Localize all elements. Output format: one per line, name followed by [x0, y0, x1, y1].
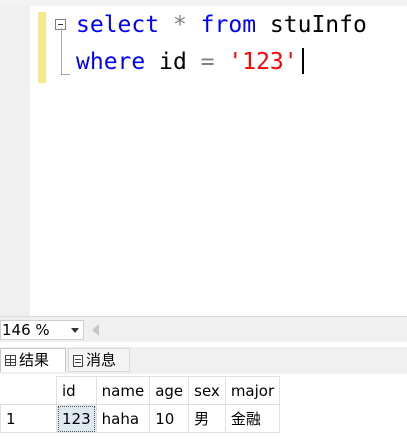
column-header-id[interactable]: id	[56, 376, 97, 405]
operator-star: *	[172, 12, 187, 38]
keyword-where: where	[76, 49, 146, 75]
table-cell[interactable]: haha	[95, 404, 151, 433]
grid-icon	[5, 355, 16, 366]
tab-messages[interactable]: 消息	[68, 348, 130, 372]
zoom-value: 146 %	[2, 321, 50, 339]
scroll-left-arrow-icon[interactable]	[92, 324, 99, 336]
message-icon	[73, 355, 83, 367]
code-line-2[interactable]: where id = '123'	[76, 48, 304, 75]
table-identifier: stuInfo	[269, 12, 367, 38]
header-row: id name age sex major	[0, 376, 281, 405]
text-caret	[301, 48, 304, 74]
table-cell[interactable]: 10	[149, 404, 190, 433]
zoom-dropdown[interactable]: 146 %	[0, 320, 84, 340]
column-header-major[interactable]: major	[224, 376, 281, 405]
results-tab-bar: 结果 消息	[0, 347, 407, 374]
string-literal: '123'	[228, 49, 298, 75]
code-line-1[interactable]: select * from stuInfo	[76, 12, 367, 38]
column-header-age[interactable]: age	[149, 376, 190, 405]
column-identifier: id	[159, 49, 187, 75]
table-cell[interactable]: 金融	[224, 404, 281, 433]
chevron-down-icon[interactable]	[71, 328, 79, 333]
outline-guide-end	[61, 74, 70, 75]
corner-cell[interactable]	[0, 376, 57, 405]
query-editor[interactable]: select * from stuInfo where id = '123'	[0, 6, 407, 316]
tab-results-label: 结果	[19, 351, 50, 369]
editor-gutter	[0, 6, 30, 316]
table-cell[interactable]: 123	[56, 404, 97, 433]
table-cell[interactable]: 男	[188, 404, 226, 433]
table-row: 1 123 haha 10 男 金融	[0, 404, 281, 433]
keyword-from: from	[200, 12, 257, 38]
results-grid: id name age sex major 1 123 haha 10 男 金融	[0, 374, 407, 446]
operator-equals: =	[200, 49, 215, 75]
results-table: id name age sex major 1 123 haha 10 男 金融	[0, 376, 281, 433]
zoom-bar: 146 %	[0, 316, 407, 342]
change-tracking-bar	[38, 12, 46, 83]
keyword-select: select	[76, 12, 160, 38]
column-header-sex[interactable]: sex	[188, 376, 226, 405]
tab-results[interactable]: 结果	[0, 348, 66, 372]
tab-messages-label: 消息	[86, 351, 117, 369]
row-number[interactable]: 1	[0, 404, 57, 433]
outline-guide	[61, 28, 62, 75]
column-header-name[interactable]: name	[95, 376, 151, 405]
